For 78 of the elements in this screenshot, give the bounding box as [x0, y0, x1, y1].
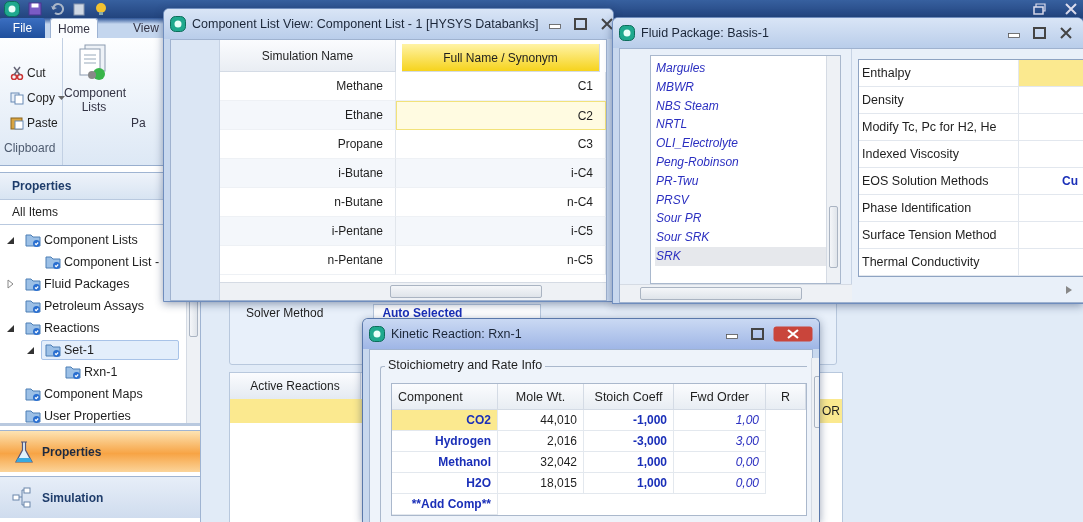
column-header[interactable]: Simulation Name	[220, 40, 396, 72]
table-cell[interactable]: C2	[396, 101, 606, 130]
table-cell[interactable]: **Add Comp**	[392, 494, 498, 515]
table-cell: 1,00	[674, 410, 766, 431]
list-item[interactable]: OLI_Electrolyte	[655, 134, 826, 153]
table-cell: Ethane	[220, 101, 396, 130]
ribbon-tab[interactable]: View	[133, 18, 159, 38]
table-cell: -3,000	[584, 431, 674, 452]
ribbon-button[interactable]: Pa	[131, 116, 146, 130]
ribbon-button[interactable]: Cut	[10, 64, 62, 82]
list-item[interactable]: MBWR	[655, 77, 826, 97]
table-cell: 1,000	[584, 452, 674, 473]
group-label: Clipboard	[3, 141, 57, 155]
table-cell: Phase Identification	[859, 195, 1019, 221]
table-cell: 0,00	[674, 473, 766, 494]
table-cell: 32,042	[498, 452, 584, 473]
ribbon-button[interactable]: Component Lists	[63, 38, 125, 165]
table-cell[interactable]: Hydrogen	[392, 431, 498, 452]
ribbon-button[interactable]: Copy	[10, 89, 62, 107]
tree-item[interactable]: Set-1	[41, 340, 179, 360]
tree-item[interactable]: Petroleum Assays	[21, 295, 149, 317]
window-title: Fluid Package: Basis-1	[641, 26, 769, 40]
table-cell: 44,010	[498, 410, 584, 431]
table-cell-text: OR	[822, 404, 841, 418]
field-label: Solver Method	[246, 306, 324, 320]
table-cell: Modify Tc, Pc for H2, He	[859, 114, 1019, 140]
tree-item[interactable]: Fluid Packages	[21, 273, 134, 295]
list-item[interactable]: SRK	[655, 246, 826, 266]
list-item[interactable]: NBS Steam	[655, 96, 826, 116]
table-cell: Thermal Conductivity	[859, 249, 1019, 275]
list-item[interactable]: Sour PR	[655, 209, 826, 229]
table-cell[interactable]: Methanol	[392, 452, 498, 473]
window-title: Component List View: Component List - 1 [HYSYS Databanks]	[192, 17, 539, 31]
table-cell[interactable]: H2O	[392, 473, 498, 494]
list-item[interactable]: Peng-Robinson	[655, 153, 826, 172]
table-cell[interactable]: Cu	[1019, 168, 1083, 194]
group-title: Stoichiometry and Rate Info	[385, 358, 546, 372]
table-cell: 3,00	[674, 431, 766, 452]
list-item[interactable]: PRSV	[655, 190, 826, 210]
table-cell[interactable]: i-C5	[396, 217, 606, 246]
table-cell: Density	[859, 87, 1019, 113]
tree-item[interactable]: Component Maps	[21, 383, 147, 405]
column-header[interactable]: Full Name / Synonym	[402, 44, 600, 72]
tree-item[interactable]: Reactions	[21, 317, 104, 339]
table-cell[interactable]: CO2	[392, 410, 498, 431]
table-cell: 1,000	[584, 473, 674, 494]
column-header: Mole Wt.	[498, 384, 584, 410]
ribbon-tab[interactable]: File	[0, 18, 45, 38]
window-title: Kinetic Reaction: Rxn-1	[391, 327, 522, 341]
tree-item[interactable]: User Properties	[21, 405, 135, 423]
list-item[interactable]: Margules	[655, 59, 826, 78]
table-cell: i-Butane	[220, 159, 396, 188]
table-cell: Indexed Viscosity	[859, 141, 1019, 167]
ribbon-tab[interactable]: Home	[50, 18, 98, 38]
list-item[interactable]: NRTL	[655, 115, 826, 135]
tree-item[interactable]: Component List -	[41, 251, 164, 273]
ribbon-button[interactable]: Paste	[10, 114, 62, 132]
table-cell[interactable]: i-C4	[396, 159, 606, 188]
navigation-button[interactable]: Properties	[0, 430, 200, 472]
column-header: Stoich Coeff	[584, 384, 674, 410]
table-cell: -1,000	[584, 410, 674, 431]
table-cell: Surface Tension Method	[859, 222, 1019, 248]
table-cell: 2,016	[498, 431, 584, 452]
column-header: R	[766, 384, 806, 410]
table-cell: 18,015	[498, 473, 584, 494]
table-cell: 0,00	[674, 452, 766, 473]
tree-item[interactable]: Rxn-1	[61, 361, 122, 383]
column-header: Component	[392, 384, 498, 410]
column-header: Fwd Order	[674, 384, 766, 410]
list-item[interactable]: PR-Twu	[655, 171, 826, 191]
list-item[interactable]: Sour SRK	[655, 228, 826, 247]
table-cell: i-Pentane	[220, 217, 396, 246]
table-cell: EOS Solution Methods	[859, 168, 1019, 194]
navigation-button[interactable]: Simulation	[0, 476, 200, 518]
table-cell[interactable]: n-C5	[396, 246, 606, 275]
table-cell: n-Pentane	[220, 246, 396, 275]
tree-item[interactable]: Component Lists	[21, 229, 142, 251]
column-header: Active Reactions	[230, 373, 361, 399]
